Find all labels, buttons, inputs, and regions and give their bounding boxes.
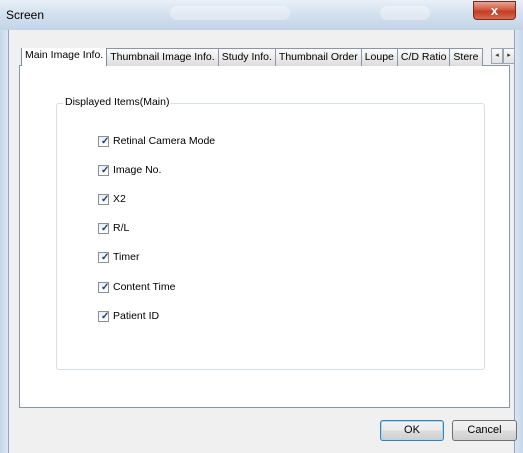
checkbox-label: Content Time	[113, 281, 176, 293]
tab-thumbnail-order[interactable]: Thumbnail Order	[274, 48, 362, 66]
checkbox-timer[interactable]: ✓ Timer	[98, 250, 139, 264]
checkmark-icon: ✓	[101, 135, 110, 147]
checkmark-icon: ✓	[101, 310, 110, 322]
title-bar-glare	[170, 6, 290, 20]
arrow-right-icon: ▸	[507, 52, 511, 59]
checkbox-box[interactable]: ✓	[98, 222, 110, 234]
window-frame-left	[0, 30, 8, 453]
ok-button[interactable]: OK	[380, 420, 444, 441]
checkbox-label: R/L	[113, 222, 130, 234]
checkbox-label: Patient ID	[113, 310, 160, 322]
checkbox-label: Timer	[113, 251, 140, 263]
close-icon: x	[490, 3, 499, 18]
tab-stereo[interactable]: Stere	[449, 48, 483, 66]
checkbox-label: Image No.	[113, 164, 162, 176]
tab-loupe[interactable]: Loupe	[360, 48, 398, 66]
checkbox-label: Retinal Camera Mode	[113, 135, 216, 147]
tab-strip: Main Image Info. Thumbnail Image Info. Stu…	[21, 48, 491, 67]
groupbox-title: Displayed Items(Main)	[63, 96, 172, 108]
checkbox-box[interactable]: ✓	[98, 135, 110, 147]
cancel-button[interactable]: Cancel	[452, 420, 517, 441]
close-button[interactable]: x	[473, 1, 516, 20]
tab-cd-ratio[interactable]: C/D Ratio	[396, 48, 451, 66]
checkbox-retinal-camera-mode[interactable]: ✓ Retinal Camera Mode	[98, 134, 215, 148]
tab-scroll-left-button[interactable]: ◂	[491, 48, 503, 64]
checkbox-x2[interactable]: ✓ X2	[98, 192, 126, 206]
tab-thumbnail-image-info[interactable]: Thumbnail Image Info.	[106, 48, 219, 66]
window-frame-right	[515, 30, 523, 453]
checkbox-content-time[interactable]: ✓ Content Time	[98, 280, 175, 294]
checkbox-rl[interactable]: ✓ R/L	[98, 221, 129, 235]
checkmark-icon: ✓	[101, 281, 110, 293]
window-title: Screen	[6, 8, 45, 22]
checkmark-icon: ✓	[101, 251, 110, 263]
tab-study-info[interactable]: Study Info.	[217, 48, 276, 66]
arrow-left-icon: ◂	[495, 52, 499, 59]
tab-main-image-info[interactable]: Main Image Info.	[21, 48, 108, 66]
title-bar-glare	[380, 6, 430, 20]
checkmark-icon: ✓	[101, 193, 110, 205]
tab-scroll-right-button[interactable]: ▸	[503, 48, 515, 64]
checkbox-box[interactable]: ✓	[98, 281, 110, 293]
checkmark-icon: ✓	[101, 164, 110, 176]
checkbox-box[interactable]: ✓	[98, 193, 110, 205]
checkbox-patient-id[interactable]: ✓ Patient ID	[98, 309, 159, 323]
checkmark-icon: ✓	[101, 222, 110, 234]
title-bar[interactable]: Screen x	[0, 0, 523, 30]
checkbox-box[interactable]: ✓	[98, 164, 110, 176]
checkbox-box[interactable]: ✓	[98, 310, 110, 322]
checkbox-label: X2	[113, 193, 126, 205]
checkbox-box[interactable]: ✓	[98, 251, 110, 263]
checkbox-image-no[interactable]: ✓ Image No.	[98, 163, 161, 177]
